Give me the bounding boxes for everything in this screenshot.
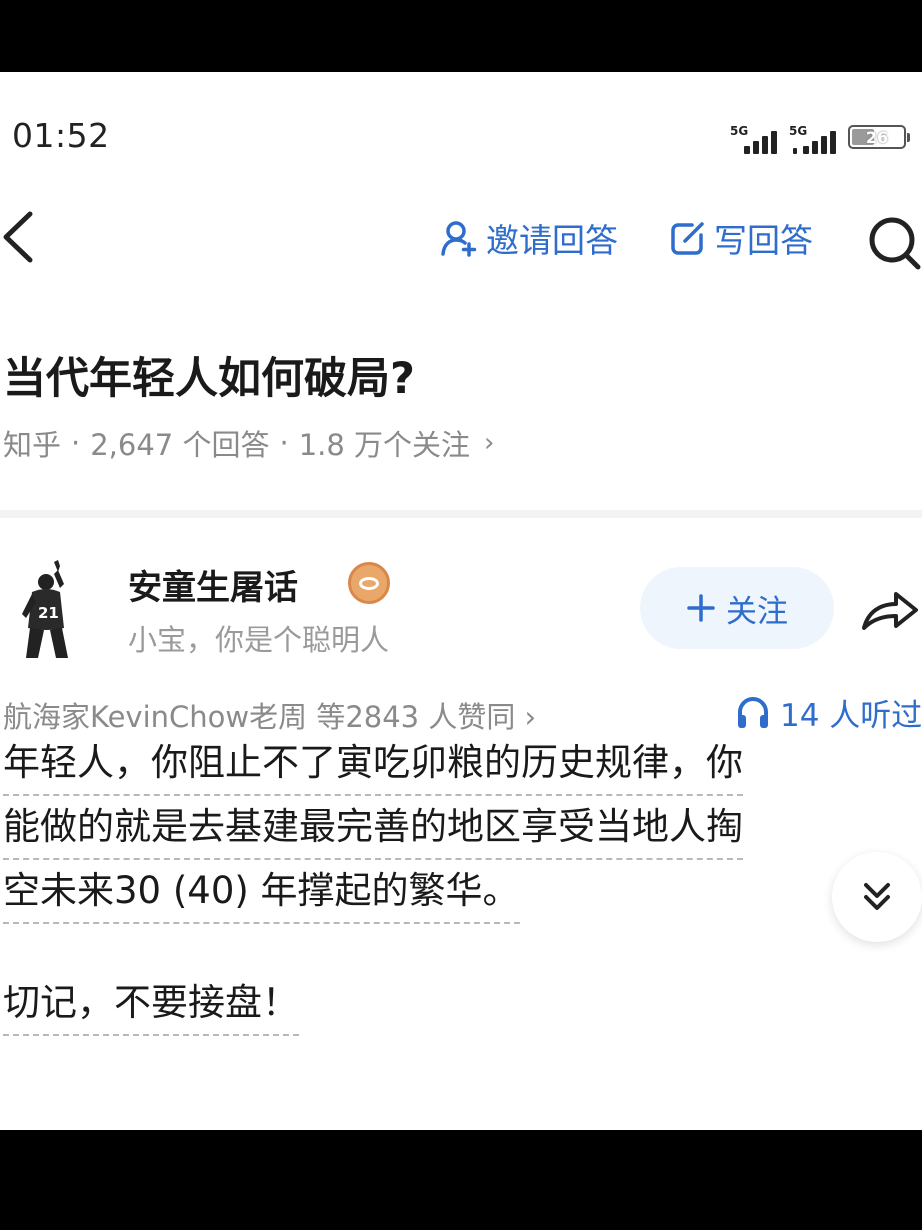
share-icon	[862, 592, 918, 630]
search-icon	[869, 217, 921, 270]
author-name[interactable]: 安童生屠话	[128, 560, 298, 609]
expand-button[interactable]	[832, 852, 922, 942]
follow-count: 1.8 万个关注	[298, 428, 471, 462]
signal-icon: 5G	[730, 124, 786, 154]
meta-separator: ·	[279, 426, 289, 460]
agree-info[interactable]: 航海家KevinChow老周 等2843 人赞同 ›	[3, 694, 536, 736]
signal-icon: 5G	[789, 124, 845, 154]
invite-user-icon	[441, 221, 477, 257]
answer-count: 2,647 个回答	[90, 428, 270, 462]
invite-answer-button[interactable]: 邀请回答	[440, 218, 618, 260]
question-meta[interactable]: 知乎 · 2,647 个回答 · 1.8 万个关注 ›	[3, 422, 494, 464]
listen-count: 14 人听过	[780, 698, 922, 734]
invite-answer-label: 邀请回答	[486, 221, 618, 260]
status-time: 01:52	[12, 116, 110, 155]
share-button[interactable]	[858, 582, 922, 638]
answer-line: 空未来30 (40) 年撑起的繁华。	[3, 860, 520, 924]
search-button[interactable]	[862, 212, 922, 272]
follow-button[interactable]: 关注	[640, 567, 834, 649]
listen-button[interactable]: 14 人听过	[736, 690, 922, 735]
answer-line: 年轻人，你阻止不了寅吃卯粮的历史规律，你	[3, 732, 743, 796]
question-title[interactable]: 当代年轻人如何破局?	[3, 344, 415, 406]
battery-icon: 26	[848, 125, 910, 149]
edit-icon	[671, 222, 704, 255]
question-source: 知乎	[3, 428, 62, 462]
section-divider	[0, 510, 922, 518]
svg-text:21: 21	[38, 604, 59, 622]
headphones-icon	[738, 696, 768, 728]
write-answer-label: 写回答	[714, 221, 813, 260]
answer-line: 切记，不要接盘！	[3, 972, 299, 1036]
follow-label: 关注	[726, 593, 788, 630]
avatar[interactable]: 21	[14, 558, 86, 662]
answer-line: 能做的就是去基建最完善的地区享受当地人掏	[3, 796, 743, 860]
double-chevron-down-icon	[864, 883, 890, 910]
basketball-player-avatar-icon: 21	[22, 560, 68, 658]
plus-icon	[687, 594, 715, 622]
back-icon	[3, 211, 33, 263]
chevron-right-icon: ›	[484, 428, 495, 458]
meta-separator: ·	[71, 426, 81, 460]
app-screen: 01:52 5G 5G 26 邀请回答 写回答 当代年轻人如何破局? 知乎 · …	[0, 72, 922, 1130]
write-answer-button[interactable]: 写回答	[670, 218, 813, 260]
verified-badge-icon	[348, 562, 390, 604]
author-bio: 小宝，你是个聪明人	[128, 623, 390, 657]
back-button[interactable]	[0, 202, 44, 272]
